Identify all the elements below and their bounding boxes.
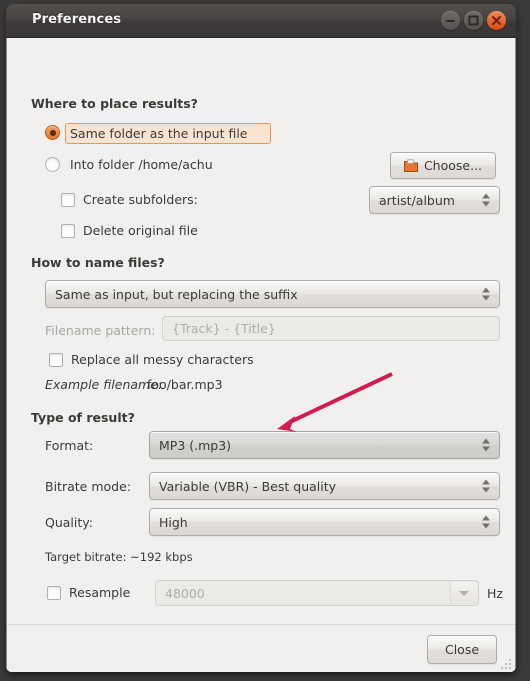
naming-scheme-combobox[interactable]: Same as input, but replacing the suffix xyxy=(45,280,500,308)
radio-same-folder[interactable] xyxy=(45,125,60,140)
checkbox-resample[interactable] xyxy=(47,586,61,600)
section-heading-where: Where to place results? xyxy=(31,96,198,111)
minimize-button[interactable] xyxy=(441,11,460,30)
example-filename-value: foo/bar.mp3 xyxy=(147,377,223,392)
quality-stepper-icon[interactable] xyxy=(482,515,490,529)
quality-label: Quality: xyxy=(45,515,93,530)
choose-folder-button-label: Choose... xyxy=(423,158,483,173)
naming-scheme-stepper-icon[interactable] xyxy=(482,287,490,301)
subfolders-pattern-stepper-icon[interactable] xyxy=(482,193,490,207)
naming-scheme-value: Same as input, but replacing the suffix xyxy=(55,286,298,302)
format-stepper-icon[interactable] xyxy=(482,438,490,452)
close-window-button[interactable] xyxy=(487,11,506,30)
hz-unit-label: Hz xyxy=(487,586,503,601)
preferences-window: Preferences Where to place results? Same… xyxy=(6,4,516,672)
bitrate-mode-stepper-icon[interactable] xyxy=(482,479,490,493)
bitrate-mode-combobox[interactable]: Variable (VBR) - Best quality xyxy=(149,472,500,500)
close-dialog-button[interactable]: Close xyxy=(427,635,497,664)
checkbox-resample-label[interactable]: Resample xyxy=(69,585,130,600)
checkbox-create-subfolders[interactable] xyxy=(61,193,75,207)
checkbox-create-subfolders-label[interactable]: Create subfolders: xyxy=(83,192,198,207)
window-titlebar[interactable]: Preferences xyxy=(6,4,516,38)
chevron-down-icon xyxy=(459,590,469,596)
checkbox-replace-messy[interactable] xyxy=(49,353,63,367)
preferences-content: Where to place results? Same folder as t… xyxy=(7,38,515,624)
checkbox-delete-original[interactable] xyxy=(61,224,75,238)
format-value: MP3 (.mp3) xyxy=(159,437,232,453)
desktop-background: Preferences Where to place results? Same… xyxy=(0,0,530,681)
close-icon xyxy=(492,16,501,25)
format-label: Format: xyxy=(45,438,94,453)
filename-pattern-label: Filename pattern: xyxy=(45,323,156,338)
maximize-icon xyxy=(468,15,479,26)
window-title: Preferences xyxy=(32,12,122,27)
folder-icon xyxy=(403,158,418,172)
section-heading-result: Type of result? xyxy=(31,410,135,425)
bitrate-mode-label: Bitrate mode: xyxy=(45,479,131,494)
bitrate-mode-value: Variable (VBR) - Best quality xyxy=(159,478,337,494)
radio-same-folder-label[interactable]: Same folder as the input file xyxy=(70,126,248,141)
radio-into-folder[interactable] xyxy=(45,157,60,172)
quality-value: High xyxy=(159,514,188,530)
choose-folder-button[interactable]: Choose... xyxy=(390,152,496,179)
format-combobox[interactable]: MP3 (.mp3) xyxy=(149,431,500,459)
dialog-action-bar: Close xyxy=(7,624,515,672)
filename-pattern-placeholder: {Track} - {Title} xyxy=(172,321,276,336)
resample-rate-combo-entry[interactable]: 48000 xyxy=(155,580,479,606)
radio-into-folder-label[interactable]: Into folder /home/achu xyxy=(70,157,213,172)
section-heading-naming: How to name files? xyxy=(31,255,165,270)
minimize-icon xyxy=(446,20,455,22)
target-bitrate-text: Target bitrate: ~192 kbps xyxy=(45,550,193,564)
close-dialog-button-label: Close xyxy=(444,642,480,657)
resize-grip-icon[interactable] xyxy=(498,656,512,670)
example-filename-label: Example filename: xyxy=(45,377,163,392)
filename-pattern-input[interactable]: {Track} - {Title} xyxy=(162,316,500,341)
subfolders-pattern-combobox[interactable]: artist/album xyxy=(369,186,500,214)
checkbox-replace-messy-label[interactable]: Replace all messy characters xyxy=(71,352,254,367)
subfolders-pattern-value: artist/album xyxy=(379,192,455,208)
dialog-client-area: Where to place results? Same folder as t… xyxy=(6,38,516,672)
quality-combobox[interactable]: High xyxy=(149,508,500,536)
maximize-button[interactable] xyxy=(464,11,483,30)
resample-rate-dropdown-button[interactable] xyxy=(450,582,477,604)
resample-rate-value: 48000 xyxy=(165,585,205,601)
checkbox-delete-original-label[interactable]: Delete original file xyxy=(83,223,198,238)
window-controls xyxy=(441,11,506,30)
